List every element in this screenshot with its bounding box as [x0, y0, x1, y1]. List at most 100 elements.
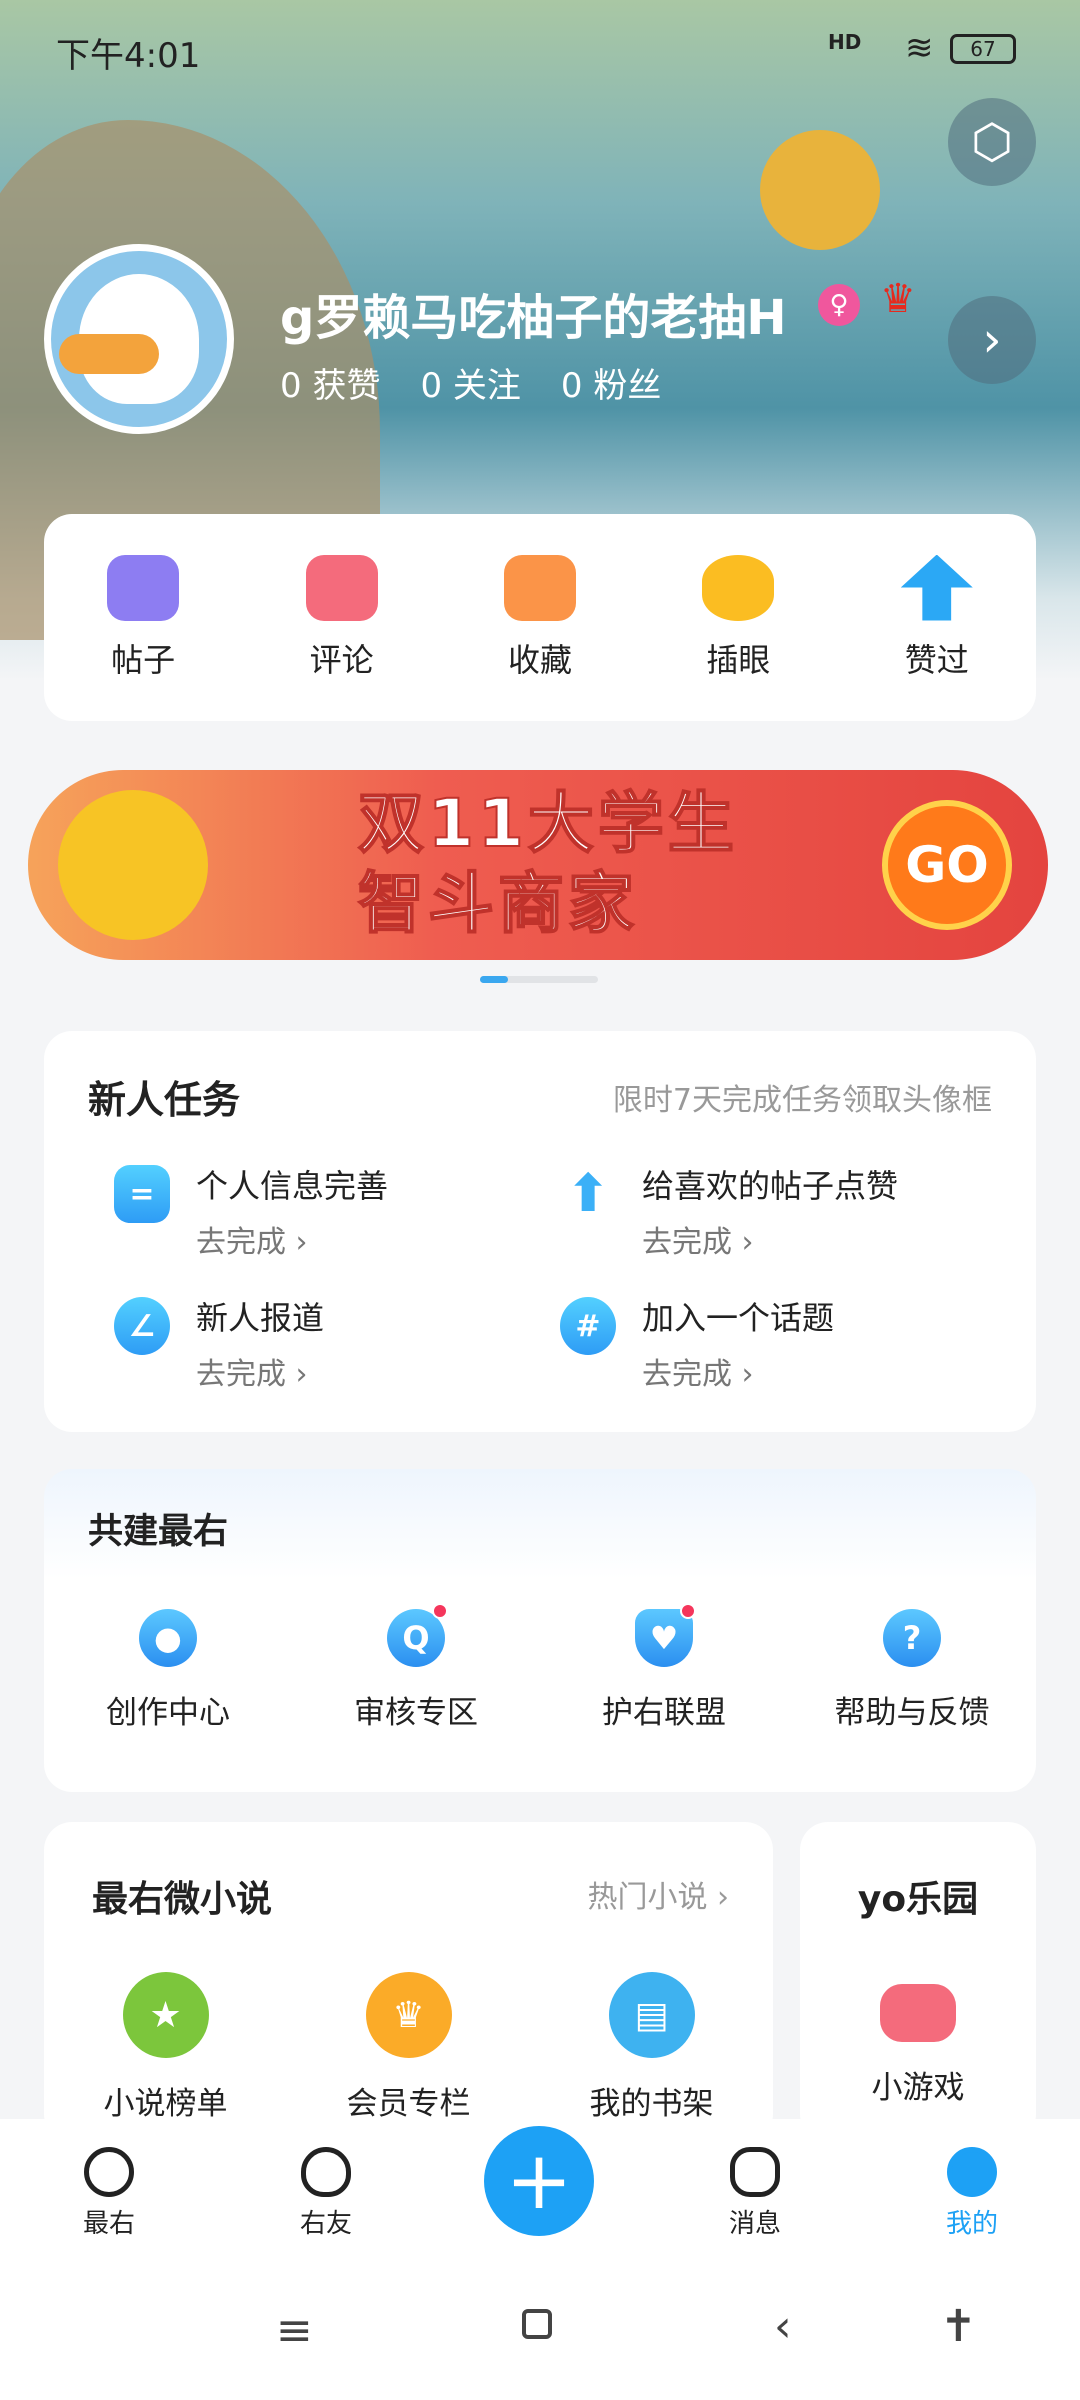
- eye-icon: [702, 554, 775, 621]
- nav-zuiyou[interactable]: 最右: [49, 2147, 169, 2240]
- task-name: 给喜欢的帖子点赞: [642, 1167, 899, 1205]
- vip-column[interactable]: ♛ 会员专栏: [287, 1972, 530, 2123]
- book-icon: ▤: [608, 1972, 695, 2058]
- profile-stats: 0 获赞 0 关注 0 粉丝: [280, 358, 661, 407]
- posts-icon: [107, 554, 180, 621]
- likes-count[interactable]: 0 获赞: [280, 358, 380, 407]
- task-action: 去完成: [642, 1357, 732, 1392]
- hexagon-gear-icon: ⬡: [971, 114, 1013, 170]
- label: 我的: [945, 2209, 998, 2239]
- fans-count[interactable]: 0 粉丝: [561, 358, 661, 407]
- wifi-icon: ≋: [905, 28, 934, 68]
- system-nav-bar: ≡ ‹ ✝: [0, 2265, 1080, 2400]
- mini-games[interactable]: 小游戏: [800, 1984, 1036, 2107]
- banner-pager: [480, 976, 598, 983]
- back-icon[interactable]: ‹: [774, 2301, 792, 2352]
- battery-icon: 67: [950, 34, 1016, 64]
- upvote-icon: [900, 554, 973, 621]
- profile-detail-button[interactable]: ›: [948, 296, 1036, 384]
- promo-banner[interactable]: 双11大学生 智斗商家 GO: [28, 770, 1048, 960]
- home-icon[interactable]: [522, 2309, 552, 2339]
- lightbulb-icon: ●: [139, 1609, 197, 1667]
- upvote-icon: ⬆: [566, 1164, 610, 1224]
- task-name: 加入一个话题: [642, 1299, 835, 1337]
- label: 热门小说: [587, 1880, 708, 1915]
- profile-info-icon: =: [114, 1165, 170, 1223]
- task-action: 去完成: [196, 1225, 286, 1260]
- tasks-title: 新人任务: [88, 1078, 241, 1122]
- quick-item-comments[interactable]: 评论: [267, 554, 417, 681]
- nav-mine[interactable]: 我的: [912, 2147, 1032, 2240]
- quick-menu: 帖子 评论 收藏 插眼 赞过: [44, 514, 1036, 721]
- label: 赞过: [904, 640, 969, 679]
- task-item[interactable]: ⬆ 给喜欢的帖子点赞 去完成 ›: [560, 1161, 898, 1261]
- username: g罗赖马吃柚子的老抽H: [280, 290, 787, 346]
- help-icon: ?: [883, 1609, 941, 1667]
- task-item[interactable]: # 加入一个话题 去完成 ›: [560, 1293, 834, 1393]
- novel-ranking[interactable]: ★ 小说榜单: [44, 1972, 287, 2123]
- quick-item-posts[interactable]: 帖子: [68, 554, 218, 681]
- label: 创作中心: [106, 1695, 230, 1731]
- label: 消息: [728, 2209, 781, 2239]
- creator-center[interactable]: ● 创作中心: [44, 1609, 292, 1732]
- task-action: 去完成: [642, 1225, 732, 1260]
- label: 会员专栏: [346, 2086, 471, 2122]
- newbie-tasks-card: 新人任务 限时7天完成任务领取头像框 = 个人信息完善 去完成 › ⬆ 给喜欢的帖子点…: [44, 1031, 1036, 1432]
- label: 我的书架: [589, 2086, 714, 2122]
- guardian-alliance[interactable]: ♥ 护右联盟: [540, 1603, 788, 1732]
- status-time: 下午4:01: [56, 36, 201, 76]
- label: 右友: [299, 2209, 352, 2239]
- co-build-card: 共建最右 ● 创作中心 Q 审核专区 ♥ 护右联盟 ? 帮助与反馈: [44, 1469, 1036, 1792]
- profile-face-icon: [947, 2147, 997, 2197]
- label: 最右: [82, 2209, 135, 2239]
- task-action: 去完成: [196, 1357, 286, 1392]
- go-button[interactable]: GO: [882, 800, 1012, 930]
- female-icon: ♀: [818, 284, 860, 326]
- quick-item-favorites[interactable]: 收藏: [465, 554, 615, 681]
- novel-title: 最右微小说: [92, 1879, 273, 1920]
- avatar[interactable]: [44, 244, 234, 434]
- settings-button[interactable]: ⬡: [948, 98, 1036, 186]
- folder-icon: [503, 554, 576, 621]
- review-zone[interactable]: Q 审核专区: [292, 1603, 540, 1732]
- quick-item-liked[interactable]: 赞过: [862, 554, 1012, 681]
- my-bookshelf[interactable]: ▤ 我的书架: [530, 1972, 773, 2123]
- menu-icon[interactable]: ≡: [276, 2305, 313, 2356]
- ranking-badge-icon: ★: [122, 1972, 209, 2058]
- smiley-icon: [84, 2147, 134, 2197]
- label: 评论: [309, 640, 374, 679]
- create-post-button[interactable]: +: [484, 2126, 594, 2236]
- label: 帮助与反馈: [834, 1695, 990, 1731]
- mascot-illustration: [58, 790, 208, 940]
- novel-card: 最右微小说 热门小说 › ★ 小说榜单 ♛ 会员专栏 ▤ 我的书架: [44, 1822, 773, 2142]
- label: 小游戏: [871, 2070, 965, 2106]
- task-item[interactable]: ∠ 新人报道 去完成 ›: [114, 1293, 324, 1393]
- nav-messages[interactable]: 消息: [695, 2147, 815, 2240]
- friends-icon: [301, 2147, 351, 2197]
- comment-icon: [305, 554, 378, 621]
- task-name: 新人报道: [196, 1299, 325, 1337]
- crown-icon: ♛: [365, 1972, 452, 2058]
- quick-item-bookmarks[interactable]: 插眼: [663, 554, 813, 681]
- label: 插眼: [706, 640, 771, 679]
- task-item[interactable]: = 个人信息完善 去完成 ›: [114, 1161, 388, 1261]
- crown-icon: ♛: [880, 276, 916, 322]
- banner-title-line1: 双11大学生: [357, 784, 738, 863]
- banner-title-line2: 智斗商家: [357, 864, 638, 943]
- tasks-subtitle: 限时7天完成任务领取头像框: [612, 1083, 992, 1118]
- pen-icon: ∠: [114, 1297, 170, 1355]
- hashtag-icon: #: [560, 1297, 616, 1355]
- label: 收藏: [507, 640, 572, 679]
- plus-icon: +: [505, 2134, 573, 2227]
- nav-friends[interactable]: 右友: [266, 2147, 386, 2240]
- label: 小说榜单: [103, 2086, 228, 2122]
- following-count[interactable]: 0 关注: [420, 358, 520, 407]
- help-feedback[interactable]: ? 帮助与反馈: [788, 1609, 1036, 1732]
- hot-novels-link[interactable]: 热门小说 ›: [587, 1872, 729, 1916]
- network-indicator: HD: [828, 30, 862, 54]
- label: 帖子: [111, 640, 176, 679]
- co-build-title: 共建最右: [88, 1512, 229, 1552]
- accessibility-icon[interactable]: ✝: [940, 2301, 977, 2352]
- mascot-octopus-illustration: [760, 130, 880, 250]
- chevron-right-icon: ›: [982, 312, 1002, 368]
